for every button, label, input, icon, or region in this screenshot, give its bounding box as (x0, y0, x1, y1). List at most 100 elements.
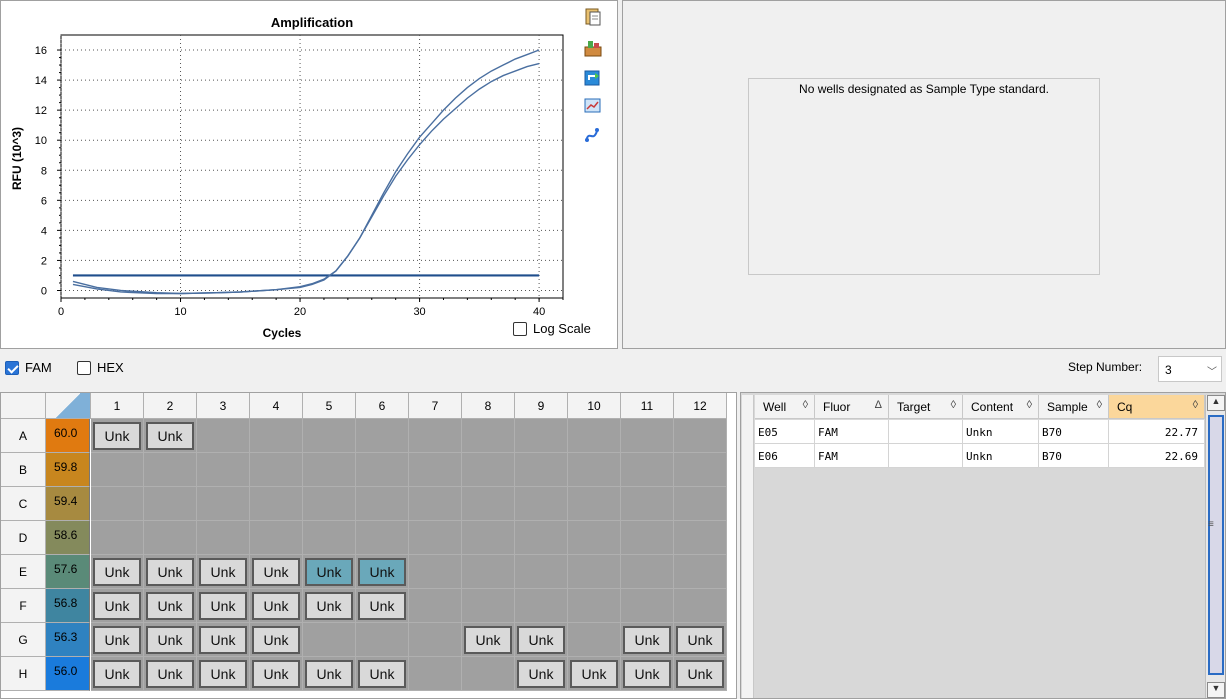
table-cell-fluor[interactable]: FAM (815, 420, 889, 444)
well-H4[interactable]: Unk (250, 657, 303, 691)
well-content-H10[interactable]: Unk (570, 660, 618, 688)
column-header-fluor[interactable]: Fluor Δ (815, 395, 889, 419)
table-cell-cq[interactable]: 22.77 (1109, 420, 1205, 444)
scroll-up-button[interactable]: ▲ (1207, 395, 1225, 411)
row-header-E[interactable]: E (1, 555, 46, 589)
well-C12[interactable] (674, 487, 727, 521)
row-header-F[interactable]: F (1, 589, 46, 623)
trace-icon[interactable] (583, 125, 603, 145)
well-A5[interactable] (303, 419, 356, 453)
row-header-C[interactable]: C (1, 487, 46, 521)
table-cell-sample[interactable]: B70 (1039, 444, 1109, 468)
well-G9[interactable]: Unk (515, 623, 568, 657)
well-E3[interactable]: Unk (197, 555, 250, 589)
well-C3[interactable] (197, 487, 250, 521)
well-content-A1[interactable]: Unk (93, 422, 141, 450)
well-A8[interactable] (462, 419, 515, 453)
well-E8[interactable] (462, 555, 515, 589)
well-content-H2[interactable]: Unk (146, 660, 194, 688)
column-header-6[interactable]: 6 (356, 393, 409, 419)
chart-zoom-icon[interactable] (583, 96, 603, 116)
well-E9[interactable] (515, 555, 568, 589)
table-cell-content[interactable]: Unkn (963, 420, 1039, 444)
well-B3[interactable] (197, 453, 250, 487)
row-header-D[interactable]: D (1, 521, 46, 555)
table-cell-cq[interactable]: 22.69 (1109, 444, 1205, 468)
well-content-F2[interactable]: Unk (146, 592, 194, 620)
well-content-G1[interactable]: Unk (93, 626, 141, 654)
well-B11[interactable] (621, 453, 674, 487)
column-header-target[interactable]: Target ◊ (889, 395, 963, 419)
column-header-11[interactable]: 11 (621, 393, 674, 419)
well-B4[interactable] (250, 453, 303, 487)
well-D8[interactable] (462, 521, 515, 555)
well-F6[interactable]: Unk (356, 589, 409, 623)
sort-icon[interactable]: ◊ (1027, 399, 1032, 411)
copy-icon[interactable] (583, 7, 603, 27)
well-A11[interactable] (621, 419, 674, 453)
select-all-corner[interactable] (46, 393, 91, 419)
well-content-F6[interactable]: Unk (358, 592, 406, 620)
well-A10[interactable] (568, 419, 621, 453)
well-content-H3[interactable]: Unk (199, 660, 247, 688)
column-header-content[interactable]: Content ◊ (963, 395, 1039, 419)
well-A3[interactable] (197, 419, 250, 453)
well-H1[interactable]: Unk (91, 657, 144, 691)
well-D1[interactable] (91, 521, 144, 555)
well-E7[interactable] (409, 555, 462, 589)
well-D2[interactable] (144, 521, 197, 555)
well-A4[interactable] (250, 419, 303, 453)
well-A2[interactable]: Unk (144, 419, 197, 453)
well-D11[interactable] (621, 521, 674, 555)
well-content-E3[interactable]: Unk (199, 558, 247, 586)
well-A1[interactable]: Unk (91, 419, 144, 453)
table-cell-well[interactable]: E05 (755, 420, 815, 444)
well-G6[interactable] (356, 623, 409, 657)
column-header-10[interactable]: 10 (568, 393, 621, 419)
well-E1[interactable]: Unk (91, 555, 144, 589)
well-F12[interactable] (674, 589, 727, 623)
well-D12[interactable] (674, 521, 727, 555)
well-C5[interactable] (303, 487, 356, 521)
well-F3[interactable]: Unk (197, 589, 250, 623)
table-cell-sample[interactable]: B70 (1039, 420, 1109, 444)
well-D9[interactable] (515, 521, 568, 555)
fluor-fam-toggle[interactable]: FAM (5, 360, 52, 375)
well-H12[interactable]: Unk (674, 657, 727, 691)
fluor-fam-checkbox[interactable] (5, 360, 19, 375)
well-H3[interactable]: Unk (197, 657, 250, 691)
sort-icon[interactable]: ◊ (1193, 399, 1198, 411)
plate-corner[interactable] (1, 393, 46, 419)
well-A6[interactable] (356, 419, 409, 453)
well-G10[interactable] (568, 623, 621, 657)
well-D4[interactable] (250, 521, 303, 555)
well-F5[interactable]: Unk (303, 589, 356, 623)
well-A7[interactable] (409, 419, 462, 453)
well-C4[interactable] (250, 487, 303, 521)
well-content-E5[interactable]: Unk (305, 558, 353, 586)
well-B1[interactable] (91, 453, 144, 487)
well-B12[interactable] (674, 453, 727, 487)
fluor-hex-toggle[interactable]: HEX (77, 360, 124, 375)
well-H10[interactable]: Unk (568, 657, 621, 691)
well-content-H4[interactable]: Unk (252, 660, 300, 688)
well-E4[interactable]: Unk (250, 555, 303, 589)
well-content-G11[interactable]: Unk (623, 626, 671, 654)
fluor-hex-checkbox[interactable] (77, 360, 91, 375)
well-F8[interactable] (462, 589, 515, 623)
well-F2[interactable]: Unk (144, 589, 197, 623)
well-H9[interactable]: Unk (515, 657, 568, 691)
well-F11[interactable] (621, 589, 674, 623)
well-G7[interactable] (409, 623, 462, 657)
well-C1[interactable] (91, 487, 144, 521)
row-header-G[interactable]: G (1, 623, 46, 657)
well-content-E1[interactable]: Unk (93, 558, 141, 586)
well-G2[interactable]: Unk (144, 623, 197, 657)
well-A12[interactable] (674, 419, 727, 453)
row-header-H[interactable]: H (1, 657, 46, 691)
well-content-G8[interactable]: Unk (464, 626, 512, 654)
well-F10[interactable] (568, 589, 621, 623)
well-C8[interactable] (462, 487, 515, 521)
well-D7[interactable] (409, 521, 462, 555)
well-content-E2[interactable]: Unk (146, 558, 194, 586)
